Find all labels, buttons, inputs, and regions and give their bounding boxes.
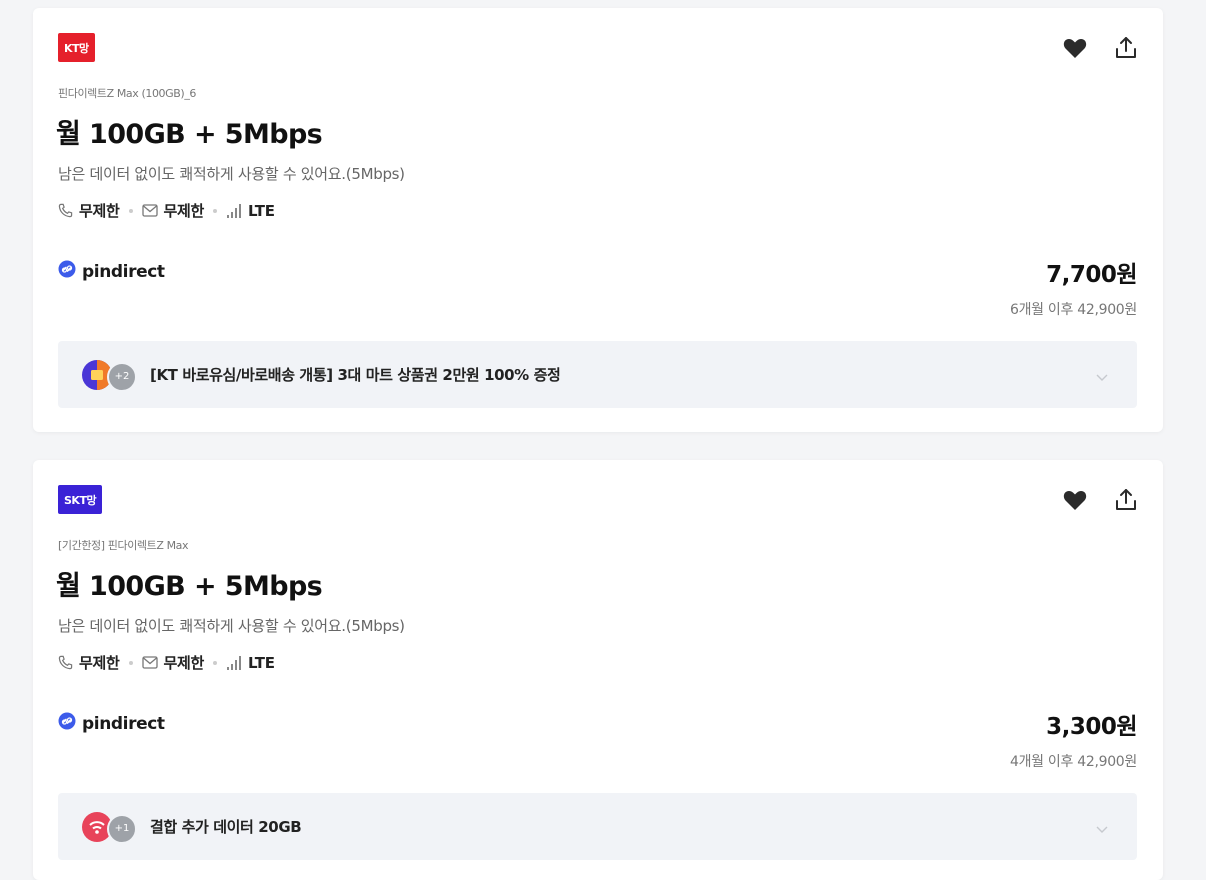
- plan-name: 핀다이렉트Z Max (100GB)_6: [58, 87, 197, 100]
- pindirect-logo-icon: [58, 260, 76, 283]
- calls-value: 무제한: [79, 202, 120, 220]
- plan-card[interactable]: SKT망 [기간한정] 핀다이렉트Z Max 월 100GB + 5Mbps 남…: [33, 460, 1163, 880]
- network-value: LTE: [248, 201, 275, 220]
- calls-value: 무제한: [79, 654, 120, 672]
- plan-specs: 무제한 무제한 LTE: [58, 200, 275, 221]
- separator-dot: [128, 660, 133, 665]
- price: 3,300원: [1046, 714, 1137, 740]
- pindirect-logo-icon: [58, 712, 76, 735]
- price-after: 6개월 이후 42,900원: [1010, 302, 1137, 318]
- network-value: LTE: [248, 653, 275, 672]
- plan-title: 월 100GB + 5Mbps: [56, 571, 323, 602]
- promo-icons: +2: [82, 359, 137, 392]
- separator-dot: [213, 660, 218, 665]
- plan-specs: 무제한 무제한 LTE: [58, 652, 275, 673]
- promo-banner[interactable]: +1 결합 추가 데이터 20GB: [58, 793, 1137, 860]
- card-actions: [1063, 36, 1137, 60]
- provider-name: pindirect: [82, 261, 165, 282]
- signal-icon: [226, 655, 242, 670]
- network-badge: KT망: [58, 33, 95, 62]
- heart-icon[interactable]: [1063, 37, 1087, 59]
- provider: pindirect: [58, 712, 165, 735]
- separator-dot: [213, 208, 218, 213]
- price-box: 3,300원 4개월 이후 42,900원: [1010, 707, 1138, 771]
- share-icon[interactable]: [1115, 488, 1137, 512]
- chevron-down-icon[interactable]: [1095, 367, 1109, 386]
- mail-icon: [141, 204, 158, 217]
- plan-title: 월 100GB + 5Mbps: [56, 119, 323, 150]
- card-actions: [1063, 488, 1137, 512]
- promo-count: +2: [107, 361, 137, 392]
- share-icon[interactable]: [1115, 36, 1137, 60]
- phone-icon: [58, 203, 73, 218]
- network-badge: SKT망: [58, 485, 103, 514]
- price: 7,700원: [1046, 262, 1137, 288]
- plan-name: [기간한정] 핀다이렉트Z Max: [58, 539, 189, 552]
- provider: pindirect: [58, 260, 165, 283]
- separator-dot: [128, 208, 133, 213]
- sms-value: 무제한: [163, 202, 205, 220]
- mail-icon: [141, 656, 158, 669]
- plan-description: 남은 데이터 없이도 쾌적하게 사용할 수 있어요.(5Mbps): [58, 165, 405, 183]
- chevron-down-icon[interactable]: [1095, 819, 1109, 838]
- plan-description: 남은 데이터 없이도 쾌적하게 사용할 수 있어요.(5Mbps): [58, 617, 405, 635]
- promo-count: +1: [107, 813, 137, 844]
- promo-banner[interactable]: +2 [KT 바로유심/바로배송 개통] 3대 마트 상품권 2만원 100% …: [58, 341, 1137, 408]
- sms-value: 무제한: [163, 654, 205, 672]
- heart-icon[interactable]: [1063, 489, 1087, 511]
- promo-text: [KT 바로유심/바로배송 개통] 3대 마트 상품권 2만원 100% 증정: [150, 366, 561, 384]
- phone-icon: [58, 655, 73, 670]
- plan-card[interactable]: KT망 핀다이렉트Z Max (100GB)_6 월 100GB + 5Mbps…: [33, 8, 1163, 432]
- promo-text: 결합 추가 데이터 20GB: [150, 818, 302, 836]
- signal-icon: [226, 203, 242, 218]
- price-box: 7,700원 6개월 이후 42,900원: [1010, 255, 1138, 319]
- price-after: 4개월 이후 42,900원: [1010, 754, 1137, 770]
- promo-icons: +1: [82, 811, 137, 844]
- provider-name: pindirect: [82, 713, 165, 734]
